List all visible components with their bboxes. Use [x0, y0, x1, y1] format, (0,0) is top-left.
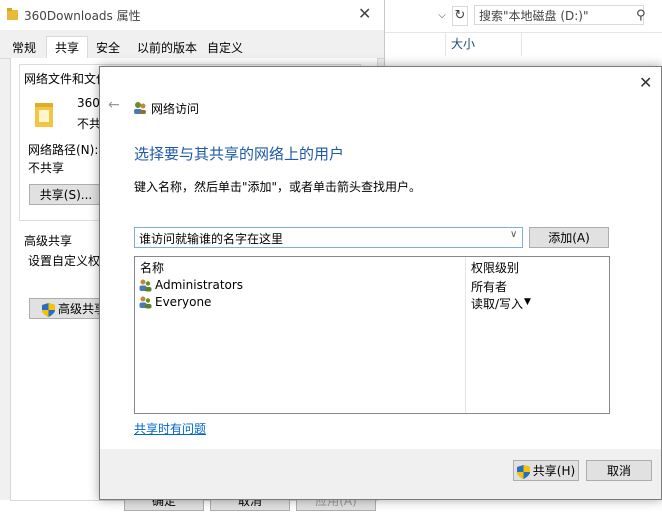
tab-customize[interactable]: 自定义: [204, 38, 246, 58]
tab-security[interactable]: 安全: [88, 38, 128, 58]
explorer-address-bar: ⌵ ↻ 搜索"本地磁盘 (D:)": [380, 0, 662, 33]
cancel-button[interactable]: 取消: [586, 460, 652, 481]
folder-icon: [7, 8, 18, 20]
add-button[interactable]: 添加(A): [529, 227, 609, 248]
search-icon[interactable]: ⚲: [636, 8, 646, 23]
column-header-name[interactable]: 名称: [140, 259, 164, 276]
dialog-instruction: 键入名称，然后单击"添加"，或者单击箭头查找用户。: [134, 180, 422, 194]
sharing-help-link[interactable]: 共享时有问题: [134, 420, 206, 437]
user-name-input-value: 谁访问就输谁的名字在这里: [139, 232, 284, 246]
user-list: 名称 权限级别 Administrators 所有者 Everyone 读取/写…: [134, 256, 610, 414]
share-button[interactable]: 共享(S)...: [29, 184, 103, 205]
network-path-label: 网络路径(N):: [28, 143, 99, 157]
uac-shield-icon: [516, 464, 530, 479]
user-name-input[interactable]: 谁访问就输谁的名字在这里 ∨: [134, 227, 523, 248]
properties-title-bar: 360Downloads 属性 ✕: [0, 0, 384, 30]
refresh-icon[interactable]: ↻: [452, 6, 468, 26]
network-users-icon: [134, 102, 146, 114]
search-input[interactable]: 搜索"本地磁盘 (D:)": [474, 5, 644, 25]
tab-general[interactable]: 常规: [4, 38, 44, 58]
user-row-name[interactable]: Administrators: [155, 278, 243, 292]
dialog-title: 网络访问: [151, 102, 200, 116]
dialog-heading: 选择要与其共享的网络上的用户: [134, 145, 345, 163]
advanced-sharing-label: 高级共享: [24, 234, 73, 248]
uac-shield-icon: [41, 302, 55, 317]
close-icon[interactable]: ✕: [358, 4, 371, 23]
tab-sharing[interactable]: 共享: [46, 36, 88, 60]
network-access-dialog: ✕ ← 网络访问 选择要与其共享的网络上的用户 键入名称，然后单击"添加"，或者…: [99, 66, 662, 500]
network-path-value: 不共享: [28, 161, 65, 175]
user-row-permission[interactable]: 读取/写入: [471, 295, 523, 312]
chevron-down-icon[interactable]: ∨: [510, 229, 517, 240]
column-header-size[interactable]: 大小: [445, 32, 522, 56]
dialog-footer: 共享(H) 取消: [100, 449, 661, 499]
permission-dropdown-icon[interactable]: ▼: [524, 297, 531, 307]
tab-previous-versions[interactable]: 以前的版本: [132, 38, 202, 58]
column-divider: [465, 257, 466, 413]
address-dropdown-icon[interactable]: ⌵: [434, 8, 450, 24]
user-row-name[interactable]: Everyone: [155, 295, 211, 309]
column-header-permission[interactable]: 权限级别: [471, 259, 519, 276]
tab-bar: 常规 共享 安全 以前的版本 自定义: [0, 36, 384, 60]
back-arrow-icon[interactable]: ←: [108, 97, 120, 113]
user-group-icon: [139, 279, 152, 292]
close-icon[interactable]: ✕: [639, 73, 652, 92]
share-button-label: 共享(H): [532, 464, 576, 478]
share-button[interactable]: 共享(H): [513, 460, 579, 481]
user-group-icon: [139, 296, 152, 309]
folder-icon: [35, 103, 53, 127]
properties-title: 360Downloads 属性: [24, 9, 141, 23]
user-row-permission: 所有者: [471, 280, 508, 294]
